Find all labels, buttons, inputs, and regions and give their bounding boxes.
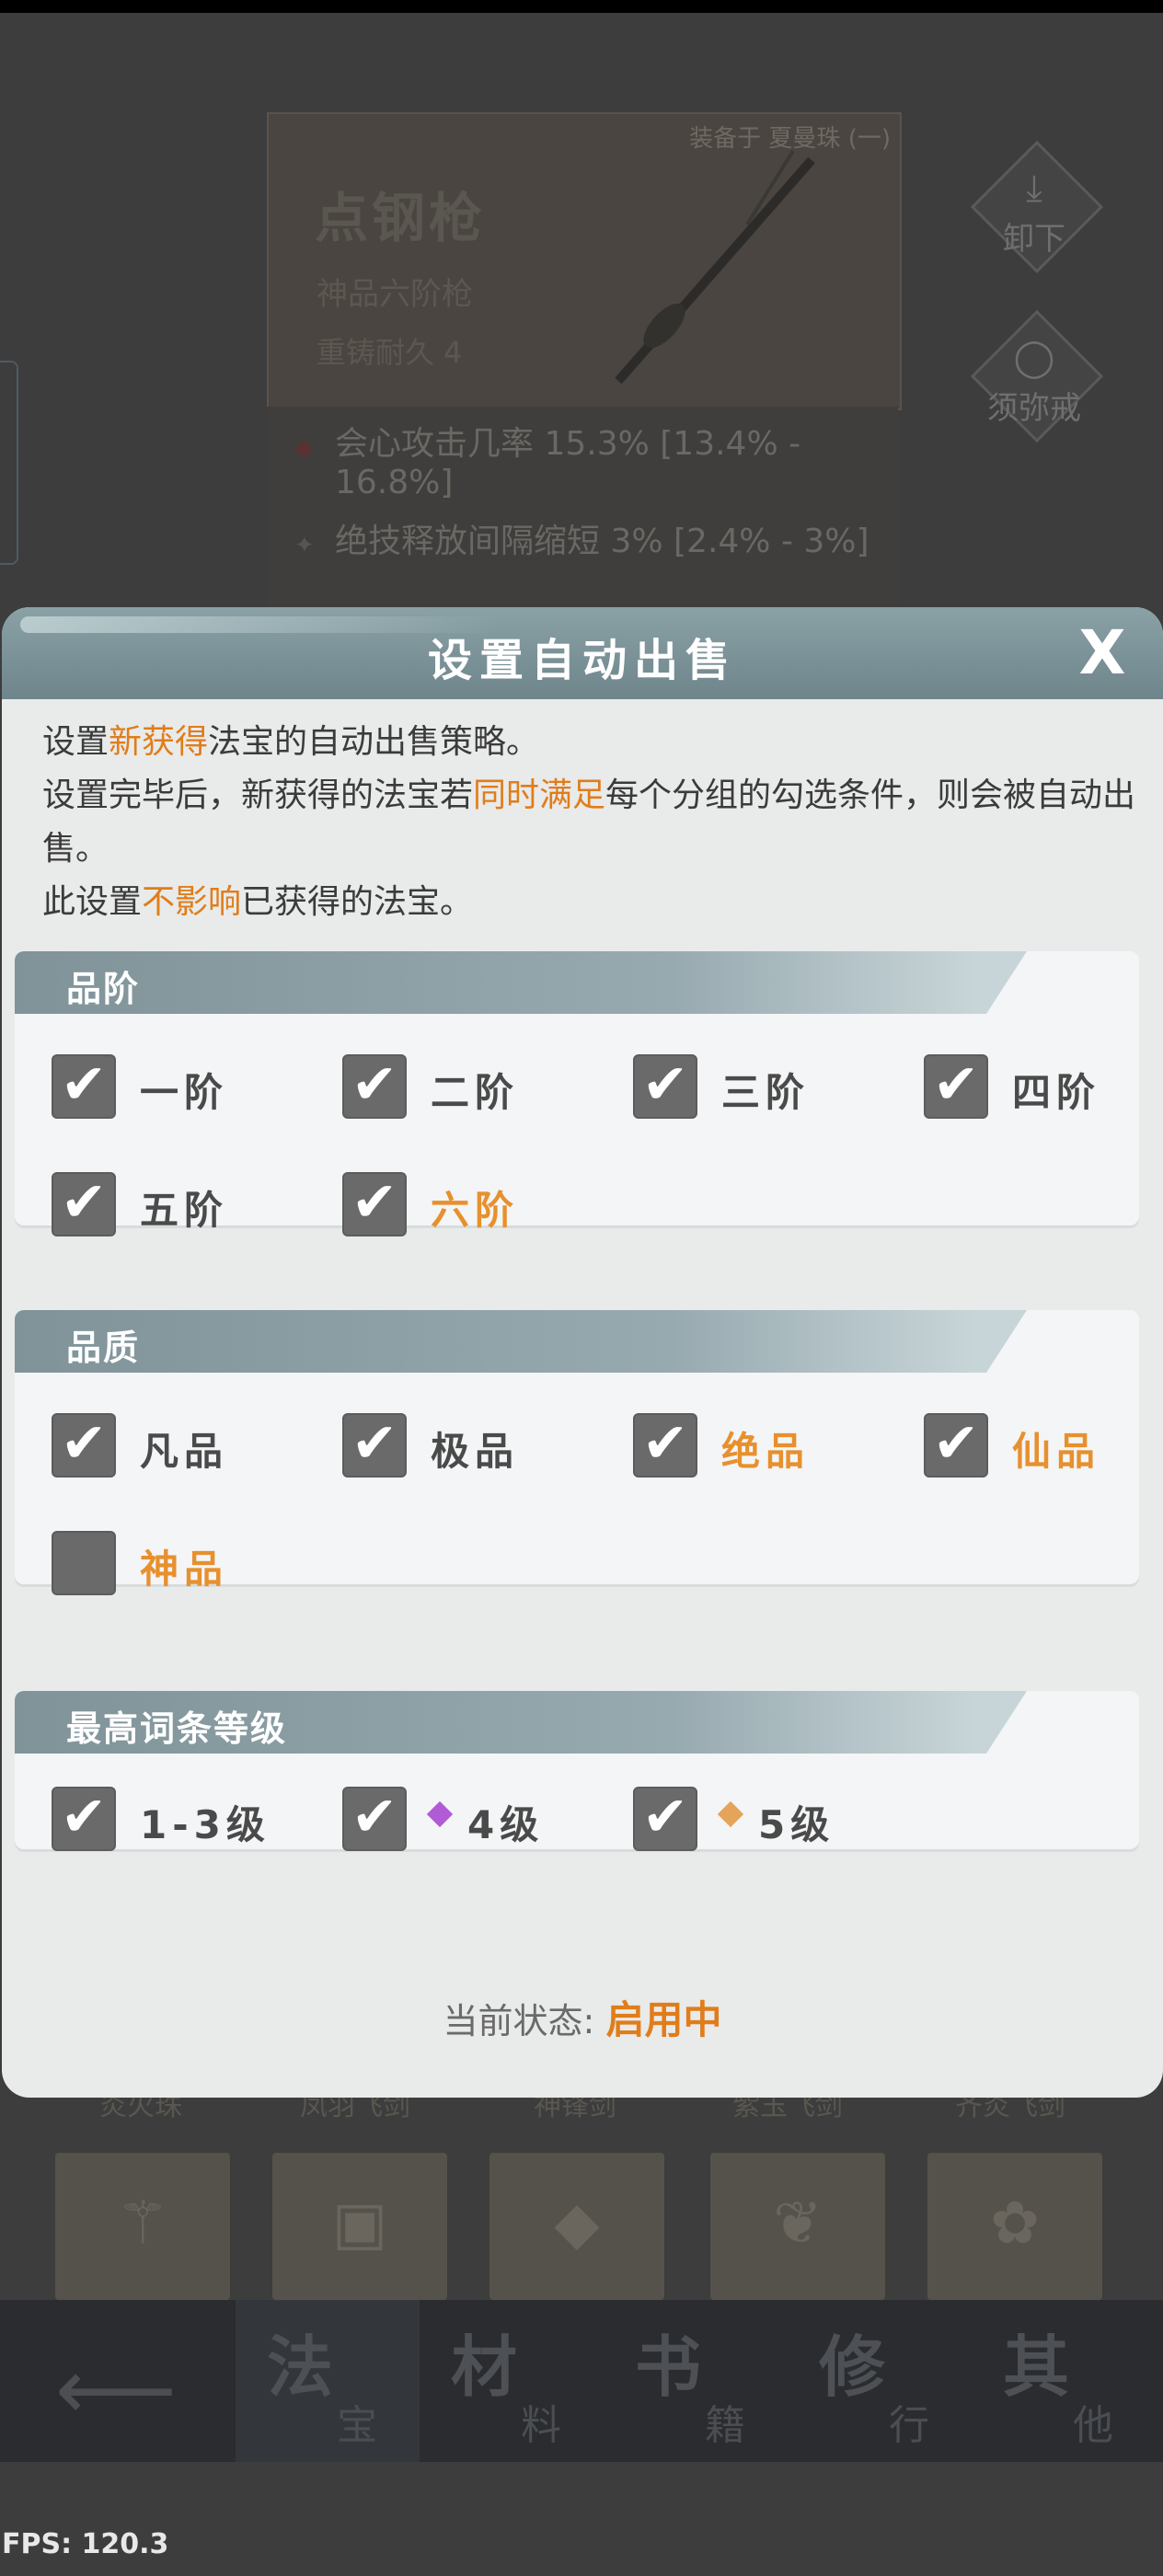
item-stats: ◆ 会心攻击几率 15.3% [13.4% - 16.8%] ✦ 绝技释放间隔缩短 … bbox=[267, 407, 898, 618]
check-icon: ✔ bbox=[351, 1785, 398, 1849]
item-slot[interactable]: ⚚ bbox=[55, 2153, 230, 2300]
dialog-title: 设置自动出售 bbox=[427, 635, 737, 686]
checkbox[interactable]: ✔ bbox=[52, 1170, 116, 1236]
left-edge-panel bbox=[0, 361, 18, 565]
tab-books[interactable]: 书 籍 bbox=[604, 2300, 788, 2462]
group-title: 品阶 bbox=[66, 969, 141, 1009]
ring-icon: ◯ bbox=[1013, 337, 1055, 379]
dialog-header: 设置自动出售 X bbox=[2, 607, 1163, 699]
equipped-item-card: 装备于 夏曼珠 (一) 点钢枪 神品六阶枪 重铸耐久 4 bbox=[267, 112, 902, 410]
checkbox[interactable]: ✔ bbox=[342, 1052, 407, 1119]
download-icon: ⤓ bbox=[1026, 167, 1042, 210]
group-title: 最高词条等级 bbox=[66, 1708, 288, 1749]
tab-cultivation[interactable]: 修 行 bbox=[788, 2300, 972, 2462]
orange-gem-icon bbox=[717, 1800, 744, 1828]
stat-line: ✦ 绝技释放间隔缩短 3% [2.4% - 3%] bbox=[294, 523, 869, 560]
checkbox[interactable]: ✔ bbox=[924, 1411, 988, 1478]
mace-icon: ⚚ bbox=[116, 2190, 169, 2258]
storage-ring-button[interactable]: ◯ 须弥戒 bbox=[970, 309, 1104, 443]
stat-line: ◆ 会心攻击几率 15.3% [13.4% - 16.8%] bbox=[294, 425, 801, 501]
check-icon: ✔ bbox=[351, 1052, 398, 1117]
checkbox[interactable]: ✔ bbox=[633, 1785, 697, 1851]
tab-other[interactable]: 其 他 bbox=[972, 2300, 1156, 2462]
status-row[interactable]: 当前状态: 启用中 bbox=[2, 1989, 1163, 2045]
checkbox[interactable]: ✔ bbox=[342, 1170, 407, 1236]
status-bar bbox=[0, 0, 1163, 13]
status-value[interactable]: 启用中 bbox=[605, 1997, 721, 2042]
item-slot[interactable]: ✿ bbox=[927, 2153, 1102, 2300]
auto-sell-dialog: 设置自动出售 X 设置新获得法宝的自动出售策略。 设置完毕后，新获得的法宝若同时… bbox=[2, 607, 1163, 2098]
item-slot[interactable]: ❦ bbox=[710, 2153, 885, 2300]
checkbox[interactable]: ✔ bbox=[633, 1411, 697, 1478]
purple-gem-icon bbox=[426, 1800, 454, 1828]
checkbox[interactable]: ✔ bbox=[342, 1785, 407, 1851]
item-grade: 神品六阶枪 bbox=[317, 276, 473, 313]
checkbox[interactable]: ✔ bbox=[342, 1411, 407, 1478]
check-icon: ✔ bbox=[60, 1052, 108, 1117]
item-grid: ⚚ ▣ ◆ ❦ ✿ bbox=[0, 2153, 1163, 2300]
chest-icon: ▣ bbox=[331, 2190, 388, 2258]
tab-artifact[interactable]: 法 宝 bbox=[236, 2300, 420, 2462]
item-slot[interactable]: ▣ bbox=[272, 2153, 447, 2300]
group-tier: 品阶 ✔ 一阶 ✔ 二阶 ✔ 三阶 ✔ 四阶 ✔ 五阶 ✔ 六阶 bbox=[15, 951, 1139, 1236]
spirit-icon: ❦ bbox=[773, 2190, 823, 2258]
scroll-icon: ✿ bbox=[990, 2190, 1040, 2258]
check-icon: ✔ bbox=[641, 1785, 689, 1849]
check-icon: ✔ bbox=[60, 1785, 108, 1849]
checkbox[interactable]: ✔ bbox=[52, 1785, 116, 1851]
item-durability: 重铸耐久 4 bbox=[317, 335, 463, 370]
fps-counter: FPS: 120.3 bbox=[2, 2528, 169, 2560]
close-button[interactable]: X bbox=[1069, 620, 1135, 686]
check-icon: ✔ bbox=[641, 1052, 689, 1117]
item-slot[interactable]: ◆ bbox=[489, 2153, 664, 2300]
back-arrow-icon[interactable]: ⟵ bbox=[55, 2340, 177, 2439]
checkbox[interactable]: ✔ bbox=[633, 1052, 697, 1119]
checkbox[interactable]: ✔ bbox=[924, 1052, 988, 1119]
checkbox[interactable]: ✔ bbox=[52, 1052, 116, 1119]
group-max-affix-level: 最高词条等级 ✔ 1-3级 ✔ 4级 ✔ 5级 bbox=[15, 1691, 1139, 1851]
check-icon: ✔ bbox=[932, 1052, 980, 1117]
check-icon: ✔ bbox=[351, 1170, 398, 1235]
gem-icon: ◆ bbox=[554, 2190, 600, 2258]
checkbox[interactable]: ✔ bbox=[52, 1531, 116, 1595]
check-icon: ✔ bbox=[932, 1411, 980, 1476]
check-icon: ✔ bbox=[60, 1170, 108, 1235]
check-icon: ✔ bbox=[351, 1411, 398, 1476]
status-label: 当前状态: bbox=[443, 2001, 595, 2041]
dialog-description: 设置新获得法宝的自动出售策略。 设置完毕后，新获得的法宝若同时满足每个分组的勾选… bbox=[42, 723, 1136, 921]
check-icon: ✔ bbox=[641, 1411, 689, 1476]
unequip-button[interactable]: ⤓ 卸下 bbox=[970, 140, 1104, 274]
tab-materials[interactable]: 材 料 bbox=[420, 2300, 604, 2462]
item-name: 点钢枪 bbox=[315, 187, 487, 249]
checkbox[interactable]: ✔ bbox=[52, 1411, 116, 1478]
check-icon: ✔ bbox=[60, 1411, 108, 1476]
group-quality: 品质 ✔ 凡品 ✔ 极品 ✔ 绝品 ✔ 仙品 ✔ 神品 bbox=[15, 1310, 1139, 1595]
spear-icon bbox=[615, 149, 815, 385]
bottom-navigation: ⟵ 法 宝 材 料 书 籍 修 行 其 他 bbox=[0, 2300, 1163, 2462]
group-title: 品质 bbox=[66, 1328, 141, 1368]
